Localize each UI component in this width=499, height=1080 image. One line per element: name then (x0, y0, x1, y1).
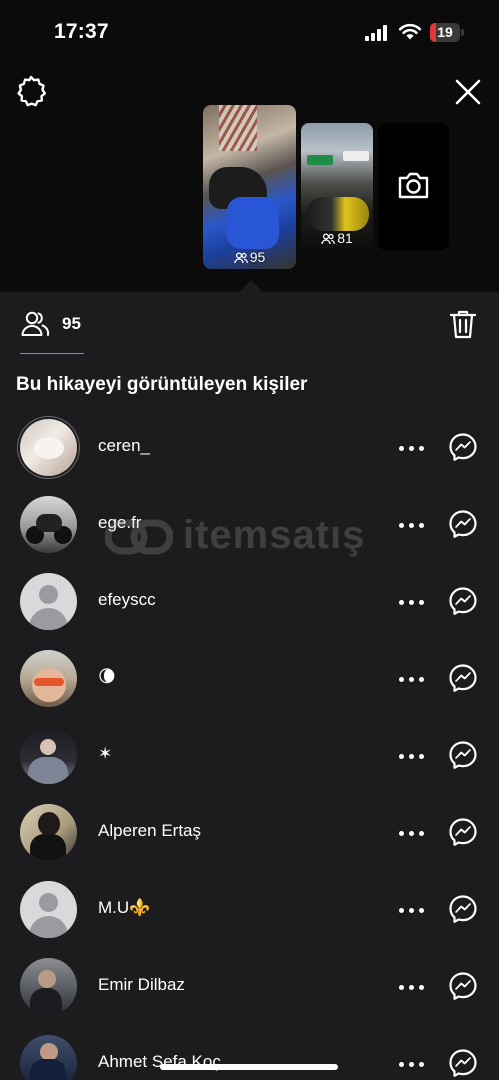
messenger-icon[interactable] (448, 1048, 478, 1078)
story-thumbnail-selected[interactable]: 95 (203, 105, 296, 269)
more-icon[interactable] (398, 436, 426, 460)
avatar[interactable] (20, 419, 77, 476)
messenger-icon[interactable] (448, 971, 478, 1001)
camera-icon (398, 172, 429, 199)
avatar[interactable] (20, 727, 77, 784)
battery-icon: 19 (430, 23, 464, 42)
more-icon[interactable] (398, 667, 426, 691)
section-title: Bu hikayeyi görüntüleyen kişiler (16, 374, 308, 395)
battery-level: 19 (437, 24, 453, 40)
messenger-icon[interactable] (448, 817, 478, 847)
viewer-name: Alperen Ertaş (98, 821, 201, 840)
more-icon[interactable] (398, 513, 426, 537)
viewer-name: ege.fr (98, 513, 142, 532)
viewer-row[interactable]: Ahmet Sefa Koç (0, 1026, 499, 1080)
story-viewer-badge: 95 (203, 249, 296, 265)
story-viewer-count: 95 (249, 249, 266, 265)
story-thumbnail[interactable]: 81 (301, 123, 373, 250)
more-icon[interactable] (398, 1052, 426, 1076)
messenger-icon[interactable] (448, 894, 478, 924)
messenger-icon[interactable] (448, 432, 478, 462)
viewer-row[interactable]: 🌘 (0, 641, 499, 718)
viewer-name: 🌘 (98, 667, 116, 686)
story-viewer-count: 81 (337, 230, 353, 246)
trash-icon[interactable] (449, 308, 477, 340)
close-icon[interactable] (452, 76, 484, 108)
viewer-name: ✶ (98, 744, 113, 763)
more-icon[interactable] (398, 821, 426, 845)
people-icon (321, 233, 336, 245)
avatar[interactable] (20, 496, 77, 553)
home-indicator[interactable] (160, 1064, 338, 1070)
story-header: 17:37 19 95 81 (0, 0, 499, 293)
avatar[interactable] (20, 958, 77, 1015)
add-story-button[interactable] (378, 123, 449, 250)
viewer-row[interactable]: efeyscc (0, 564, 499, 641)
more-icon[interactable] (398, 975, 426, 999)
story-viewer-badge: 81 (301, 230, 373, 246)
status-bar: 17:37 19 (0, 0, 499, 60)
default-avatar-icon[interactable] (20, 573, 77, 630)
viewer-row[interactable]: ceren_ (0, 410, 499, 487)
viewer-row[interactable]: ege.fr (0, 487, 499, 564)
viewer-row[interactable]: M.U⚜️ (0, 872, 499, 949)
messenger-icon[interactable] (448, 663, 478, 693)
tab-underline (20, 353, 84, 354)
settings-icon[interactable] (14, 74, 48, 108)
total-viewer-count: 95 (62, 314, 81, 333)
viewer-name: M.U⚜️ (98, 898, 151, 917)
more-icon[interactable] (398, 898, 426, 922)
default-avatar-icon[interactable] (20, 881, 77, 938)
status-time: 17:37 (54, 20, 109, 43)
people-icon (21, 311, 50, 336)
avatar[interactable] (20, 804, 77, 861)
viewer-row[interactable]: ✶ (0, 718, 499, 795)
messenger-icon[interactable] (448, 586, 478, 616)
viewer-row[interactable]: Alperen Ertaş (0, 795, 499, 872)
more-icon[interactable] (398, 744, 426, 768)
viewer-name: ceren_ (98, 436, 150, 455)
viewer-name: efeyscc (98, 590, 156, 609)
viewer-row[interactable]: Emir Dilbaz (0, 949, 499, 1026)
signal-icon (365, 25, 387, 41)
avatar[interactable] (20, 650, 77, 707)
messenger-icon[interactable] (448, 740, 478, 770)
avatar[interactable] (20, 1035, 77, 1080)
viewer-name: Emir Dilbaz (98, 975, 185, 994)
people-icon (234, 252, 248, 264)
messenger-icon[interactable] (448, 509, 478, 539)
wifi-icon (398, 23, 422, 40)
more-icon[interactable] (398, 590, 426, 614)
